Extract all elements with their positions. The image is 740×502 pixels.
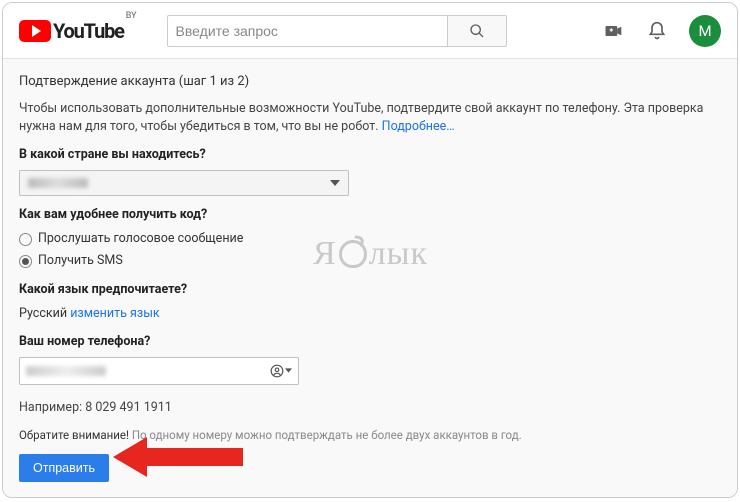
- search-box: [167, 15, 507, 47]
- country-value-redacted: [28, 178, 88, 188]
- notice-attention: Обратите внимание!: [19, 428, 129, 442]
- learn-more-link[interactable]: Подробнее…: [382, 119, 455, 134]
- search-icon: [469, 23, 485, 39]
- radio-icon: [19, 255, 32, 268]
- search-button[interactable]: [447, 15, 507, 47]
- radio-sms[interactable]: Получить SMS: [19, 252, 721, 270]
- logo-text: YouTube: [53, 19, 124, 43]
- avatar-letter: M: [698, 22, 711, 40]
- language-label: Какой язык предпочитаете?: [19, 281, 721, 299]
- youtube-logo[interactable]: YouTube BY: [19, 19, 137, 43]
- radio-icon: [19, 233, 32, 246]
- logo-country-code: BY: [126, 11, 137, 21]
- create-video-icon[interactable]: [601, 19, 625, 43]
- submit-button[interactable]: Отправить: [19, 454, 109, 482]
- notice: Обратите внимание! По одному номеру можн…: [19, 427, 721, 444]
- main-content: Я лык Подтверждение аккаунта (шаг 1 из 2…: [3, 59, 737, 497]
- phone-input[interactable]: [19, 357, 299, 385]
- step-title: Подтверждение аккаунта (шаг 1 из 2): [19, 73, 721, 92]
- search-input[interactable]: [167, 15, 447, 47]
- app-header: YouTube BY M: [3, 3, 737, 59]
- country-label: В какой стране вы находитесь?: [19, 146, 721, 164]
- radio-sms-label: Получить SMS: [38, 252, 123, 270]
- notifications-icon[interactable]: [645, 19, 669, 43]
- phone-example: Например: 8 029 491 1911: [19, 399, 721, 417]
- change-language-link[interactable]: изменить язык: [70, 306, 159, 321]
- language-row: Русский изменить язык: [19, 305, 721, 323]
- contacts-picker-icon[interactable]: [270, 364, 292, 378]
- chevron-down-icon: [330, 178, 340, 188]
- language-value: Русский: [19, 306, 67, 321]
- description: Чтобы использовать дополнительные возмож…: [19, 100, 721, 136]
- avatar[interactable]: M: [689, 15, 721, 47]
- notice-rest: По одному номеру можно подтверждать не б…: [129, 428, 522, 442]
- radio-voice[interactable]: Прослушать голосовое сообщение: [19, 230, 721, 248]
- phone-label: Ваш номер телефона?: [19, 333, 721, 351]
- country-select[interactable]: [19, 170, 349, 196]
- phone-value-redacted: [26, 366, 106, 376]
- code-method-label: Как вам удобнее получить код?: [19, 206, 721, 224]
- radio-voice-label: Прослушать голосовое сообщение: [38, 230, 243, 248]
- youtube-play-icon: YouTube: [19, 19, 124, 43]
